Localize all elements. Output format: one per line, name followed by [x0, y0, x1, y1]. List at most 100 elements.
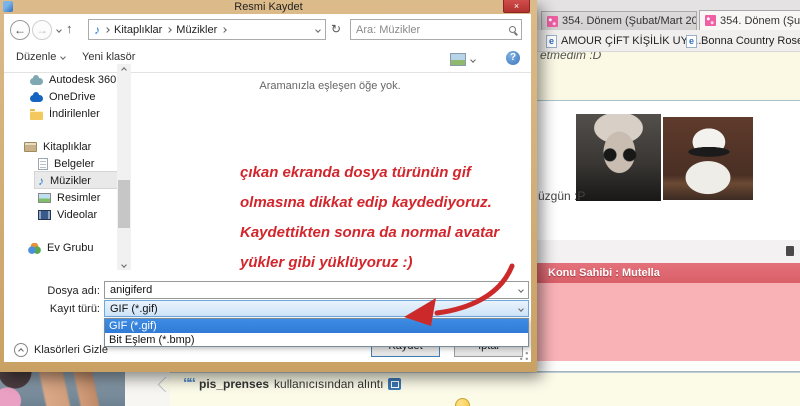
back-button[interactable]: ←: [10, 20, 30, 40]
quote-icon: ““: [183, 378, 194, 390]
filetype-dropdown-list: GIF (*.gif) Bit Eşlem (*.bmp): [104, 318, 529, 347]
search-input[interactable]: [356, 24, 509, 36]
section-divider: [537, 361, 800, 372]
libraries-icon: [24, 142, 37, 152]
sidebar-item-music[interactable]: ♪ Müzikler: [38, 173, 91, 189]
sidebar-item-label: Belgeler: [54, 158, 94, 170]
breadcrumb-arrow-icon: [166, 27, 172, 33]
post-caption: üzgün :P: [538, 189, 585, 203]
nav-history-chevron-icon[interactable]: [56, 27, 62, 33]
sidebar-item-label: Videolar: [57, 209, 97, 221]
topic-owner-panel: [537, 283, 800, 361]
music-library-icon: ♪: [94, 23, 100, 37]
organize-menu[interactable]: Düzenle: [16, 51, 65, 63]
post-action-icon[interactable]: [786, 246, 794, 256]
filetype-dropdown-icon[interactable]: [518, 306, 524, 312]
close-button[interactable]: ×: [503, 0, 530, 13]
homegroup-icon: [28, 243, 41, 254]
filename-field[interactable]: [104, 281, 529, 299]
videos-icon: [38, 210, 51, 220]
avatar-image-legs: [0, 372, 125, 406]
address-dropdown-icon[interactable]: [315, 27, 321, 33]
breadcrumb-arrow-icon: [104, 27, 110, 33]
browser-tab-active[interactable]: 354. Dönem (Şubat/M: [699, 10, 800, 30]
filename-label: Dosya adı:: [20, 285, 100, 297]
webpage-icon: e: [686, 35, 697, 48]
smiley-emoji: [455, 398, 470, 406]
sidebar-item-label: Autodesk 360: [49, 74, 116, 86]
annotation-text: çıkan ekranda dosya türünün gif olmasına…: [240, 158, 520, 278]
dialog-body: ← → ↑ ♪ Kitaplıklar Müzikler ↻ Düzenle: [4, 14, 531, 362]
autodesk-cloud-icon: [30, 78, 43, 85]
sidebar-item-onedrive[interactable]: OneDrive: [30, 89, 95, 105]
change-view-icon[interactable]: [450, 53, 466, 66]
screenshot-root: 354. Dönem (Şubat/Mart 2014)... 354. Dön…: [0, 0, 800, 406]
address-bar[interactable]: ♪ Kitaplıklar Müzikler: [88, 19, 326, 40]
sidebar-item-downloads[interactable]: İndirilenler: [30, 106, 100, 122]
scroll-up-button[interactable]: [117, 64, 131, 75]
views-chevron-icon[interactable]: [470, 57, 476, 63]
post-snippet-text: etmedim :D: [540, 52, 601, 62]
filename-input[interactable]: [110, 284, 519, 296]
webpage-icon: e: [546, 35, 557, 48]
post-footer-bar: [537, 240, 800, 263]
sidebar-item-documents[interactable]: Belgeler: [38, 156, 94, 172]
help-icon[interactable]: ?: [506, 51, 520, 65]
scrollbar-thumb[interactable]: [118, 180, 130, 228]
new-folder-button[interactable]: Yeni klasör: [82, 51, 135, 63]
sidebar-item-libraries[interactable]: Kitaplıklar: [24, 139, 91, 155]
breadcrumb-arrow-icon: [221, 27, 227, 33]
tab-label: 354. Dönem (Şubat/Mart 2014)...: [562, 15, 697, 27]
quote-suffix: kullanıcısından alıntı: [274, 377, 383, 391]
forward-button[interactable]: →: [32, 20, 52, 40]
dialog-title: Resmi Kaydet: [0, 0, 537, 14]
up-button[interactable]: ↑: [66, 21, 73, 36]
sidebar-item-label: Ev Grubu: [47, 242, 93, 254]
breadcrumb-music[interactable]: Müzikler: [176, 24, 217, 36]
filetype-combobox[interactable]: GIF (*.gif): [104, 300, 529, 317]
sidebar-item-videos[interactable]: Videolar: [38, 207, 97, 223]
filename-dropdown-icon[interactable]: [518, 287, 524, 293]
annotation-line: olmasına dikkat edip kaydediyoruz.: [240, 188, 520, 218]
bookmark-label: Bonna Country Rose Cro...: [701, 35, 800, 47]
search-box[interactable]: [350, 19, 522, 40]
bookmark-label: AMOUR ÇİFT KİŞİLİK UYK...: [561, 35, 704, 47]
dialog-titlebar[interactable]: Resmi Kaydet ×: [0, 0, 537, 14]
documents-icon: [38, 158, 48, 170]
tab-label: 354. Dönem (Şubat/M: [720, 15, 800, 27]
dropdown-option-bmp[interactable]: Bit Eşlem (*.bmp): [105, 333, 528, 347]
bookmark-item[interactable]: e Bonna Country Rose Cro...: [686, 33, 800, 49]
hide-folders-icon: [14, 343, 28, 357]
sidebar-scrollbar[interactable]: [117, 64, 131, 270]
new-folder-label: Yeni klasör: [82, 51, 135, 63]
bookmark-item[interactable]: e AMOUR ÇİFT KİŞİLİK UYK...: [546, 33, 704, 49]
filetype-value: GIF (*.gif): [110, 303, 158, 315]
chevron-down-icon: [61, 54, 67, 60]
organize-label: Düzenle: [16, 51, 56, 63]
quote-header: ““ pis_prenses kullanıcısından alıntı: [183, 377, 401, 391]
breadcrumb-libraries[interactable]: Kitaplıklar: [114, 24, 162, 36]
search-icon: [509, 26, 516, 33]
forum-favicon: [547, 16, 558, 27]
empty-results-message: Aramanızla eşleşen öğe yok.: [134, 80, 526, 92]
view-post-icon[interactable]: [388, 378, 401, 390]
browser-tab-inactive[interactable]: 354. Dönem (Şubat/Mart 2014)...: [541, 11, 697, 30]
hide-folders-label: Klasörleri Gizle: [34, 344, 108, 356]
quote-author: pis_prenses: [199, 377, 269, 391]
chevron-down-icon: [121, 262, 127, 268]
hide-folders-button[interactable]: Klasörleri Gizle: [14, 343, 108, 357]
music-note-icon: ♪: [38, 174, 44, 188]
annotation-line: çıkan ekranda dosya türünün gif: [240, 158, 520, 188]
forum-favicon: [705, 15, 716, 26]
scroll-down-button[interactable]: [117, 259, 131, 270]
sidebar-item-homegroup[interactable]: Ev Grubu: [28, 240, 93, 256]
save-dialog: Resmi Kaydet × ← → ↑ ♪ Kitaplıklar Müzik…: [0, 0, 537, 372]
refresh-button[interactable]: ↻: [331, 22, 341, 36]
downloads-folder-icon: [30, 111, 43, 120]
sidebar-item-pictures[interactable]: Resimler: [38, 190, 100, 206]
dropdown-option-gif[interactable]: GIF (*.gif): [105, 319, 528, 333]
sidebar-item-autodesk360[interactable]: Autodesk 360: [30, 72, 116, 88]
pictures-icon: [38, 193, 51, 203]
sidebar-item-label: Resimler: [57, 192, 100, 204]
onedrive-cloud-icon: [30, 95, 43, 102]
